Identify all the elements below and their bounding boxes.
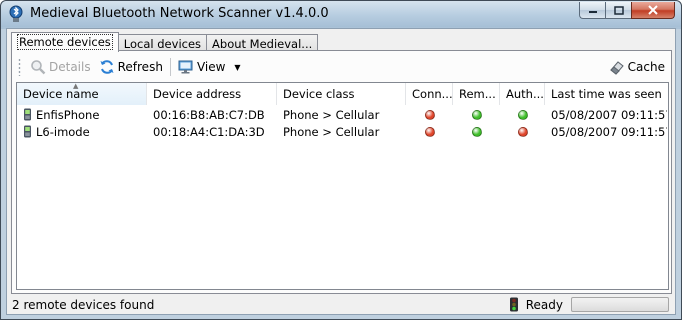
cell-connected: [406, 109, 453, 120]
tab-label: Local devices: [123, 37, 202, 51]
caption-buttons: [579, 2, 675, 20]
column-header-label: Device name: [23, 87, 99, 101]
column-header-label: Auth...: [506, 87, 544, 101]
details-label: Details: [49, 60, 91, 74]
cell-device-name: L6-imode: [17, 125, 147, 139]
column-header-remembered[interactable]: Rem...: [453, 83, 500, 105]
view-icon: [178, 60, 193, 74]
column-header-authenticated[interactable]: Auth...: [500, 83, 545, 105]
remote-devices-list[interactable]: ▲ Device name Device address Device clas…: [16, 82, 669, 290]
window-title: Medieval Bluetooth Network Scanner v1.4.…: [30, 6, 329, 21]
tab-label: Remote devices: [17, 34, 113, 50]
cell-remembered: [453, 126, 500, 137]
toolbar-separator: [169, 58, 171, 76]
status-right: Ready: [509, 297, 669, 312]
refresh-button[interactable]: Refresh: [95, 57, 167, 77]
close-button[interactable]: [631, 2, 675, 19]
refresh-icon: [100, 60, 114, 74]
cell-device-class: Phone > Cellular: [283, 124, 380, 139]
column-header-label: Rem...: [459, 87, 496, 101]
column-header-last-seen[interactable]: Last time was seen: [545, 83, 667, 105]
toolbar-grip[interactable]: [18, 58, 21, 76]
status-green-dot: [517, 109, 528, 120]
status-green-dot: [471, 126, 482, 137]
cellphone-icon: [24, 108, 31, 120]
status-green-dot: [471, 109, 482, 120]
details-button[interactable]: Details: [26, 57, 95, 77]
cache-label: Cache: [627, 60, 665, 74]
chevron-down-icon: ▼: [234, 62, 241, 72]
column-header-label: Conn...: [412, 87, 453, 101]
progress-bar: [571, 297, 669, 312]
table-row[interactable]: EnfisPhone 00:16:B8:AB:C7:DB Phone > Cellu…: [17, 106, 668, 123]
cell-device-address: 00:18:A4:C1:DA:3D: [153, 124, 265, 139]
cell-last-seen: 05/08/2007 09:11:57: [551, 124, 667, 139]
status-red-dot: [424, 126, 435, 137]
tab-label: About Medieval...: [212, 37, 313, 51]
status-text: 2 remote devices found: [12, 298, 155, 312]
client-area: Remote devices Local devices About Medie…: [6, 28, 676, 315]
status-red-dot: [424, 109, 435, 120]
title-bar[interactable]: Medieval Bluetooth Network Scanner v1.4.…: [1, 1, 681, 27]
status-state: Ready: [525, 297, 563, 312]
minimize-icon: [588, 11, 597, 13]
maximize-icon: [613, 5, 624, 15]
magnifier-icon: [31, 60, 46, 75]
cell-device-name: EnfisPhone: [17, 108, 147, 122]
cell-authenticated: [500, 109, 545, 120]
column-header-label: Last time was seen: [551, 87, 662, 101]
cell-authenticated: [500, 126, 545, 137]
column-header-device-class[interactable]: Device class: [277, 83, 406, 105]
table-row[interactable]: L6-imode 00:18:A4:C1:DA:3D Phone > Cellula…: [17, 123, 668, 140]
cell-last-seen: 05/08/2007 09:11:57: [551, 107, 667, 122]
cell-device-class: Phone > Cellular: [283, 107, 380, 122]
app-window: Medieval Bluetooth Network Scanner v1.4.…: [0, 0, 682, 320]
close-icon: [648, 5, 658, 15]
column-header-connected[interactable]: Conn...: [406, 83, 453, 105]
column-header-device-address[interactable]: Device address: [147, 83, 277, 105]
toolbar: Details Refresh View ▼ Cache: [16, 55, 669, 79]
refresh-label: Refresh: [117, 60, 163, 74]
list-rows: EnfisPhone 00:16:B8:AB:C7:DB Phone > Cellu…: [17, 106, 668, 140]
bluetooth-scanner-icon: [9, 5, 23, 22]
device-name-text: L6-imode: [36, 124, 90, 139]
cell-connected: [406, 126, 453, 137]
view-dropdown-button[interactable]: View ▼: [174, 57, 245, 77]
traffic-light-icon: [509, 297, 518, 312]
cellphone-icon: [24, 125, 31, 137]
eraser-icon: [609, 61, 624, 75]
cell-remembered: [453, 109, 500, 120]
remote-devices-page: Details Refresh View ▼ Cache ▲ Device na…: [11, 50, 672, 294]
status-bar: 2 remote devices found Ready: [7, 296, 675, 314]
column-header-label: Device address: [153, 87, 242, 101]
cache-button[interactable]: Cache: [605, 57, 669, 77]
column-header-label: Device class: [283, 87, 355, 101]
tab-strip: Remote devices Local devices About Medie…: [11, 32, 319, 52]
minimize-button[interactable]: [579, 2, 605, 19]
device-name-text: EnfisPhone: [36, 107, 100, 122]
column-header-device-name[interactable]: ▲ Device name: [17, 83, 147, 105]
cell-device-address: 00:16:B8:AB:C7:DB: [153, 107, 265, 122]
view-label: View: [196, 60, 226, 74]
tab-remote-devices[interactable]: Remote devices: [11, 32, 119, 52]
status-red-dot: [517, 126, 528, 137]
sort-ascending-icon: ▲: [73, 83, 79, 90]
list-header: ▲ Device name Device address Device clas…: [17, 83, 668, 105]
maximize-button[interactable]: [605, 2, 631, 19]
